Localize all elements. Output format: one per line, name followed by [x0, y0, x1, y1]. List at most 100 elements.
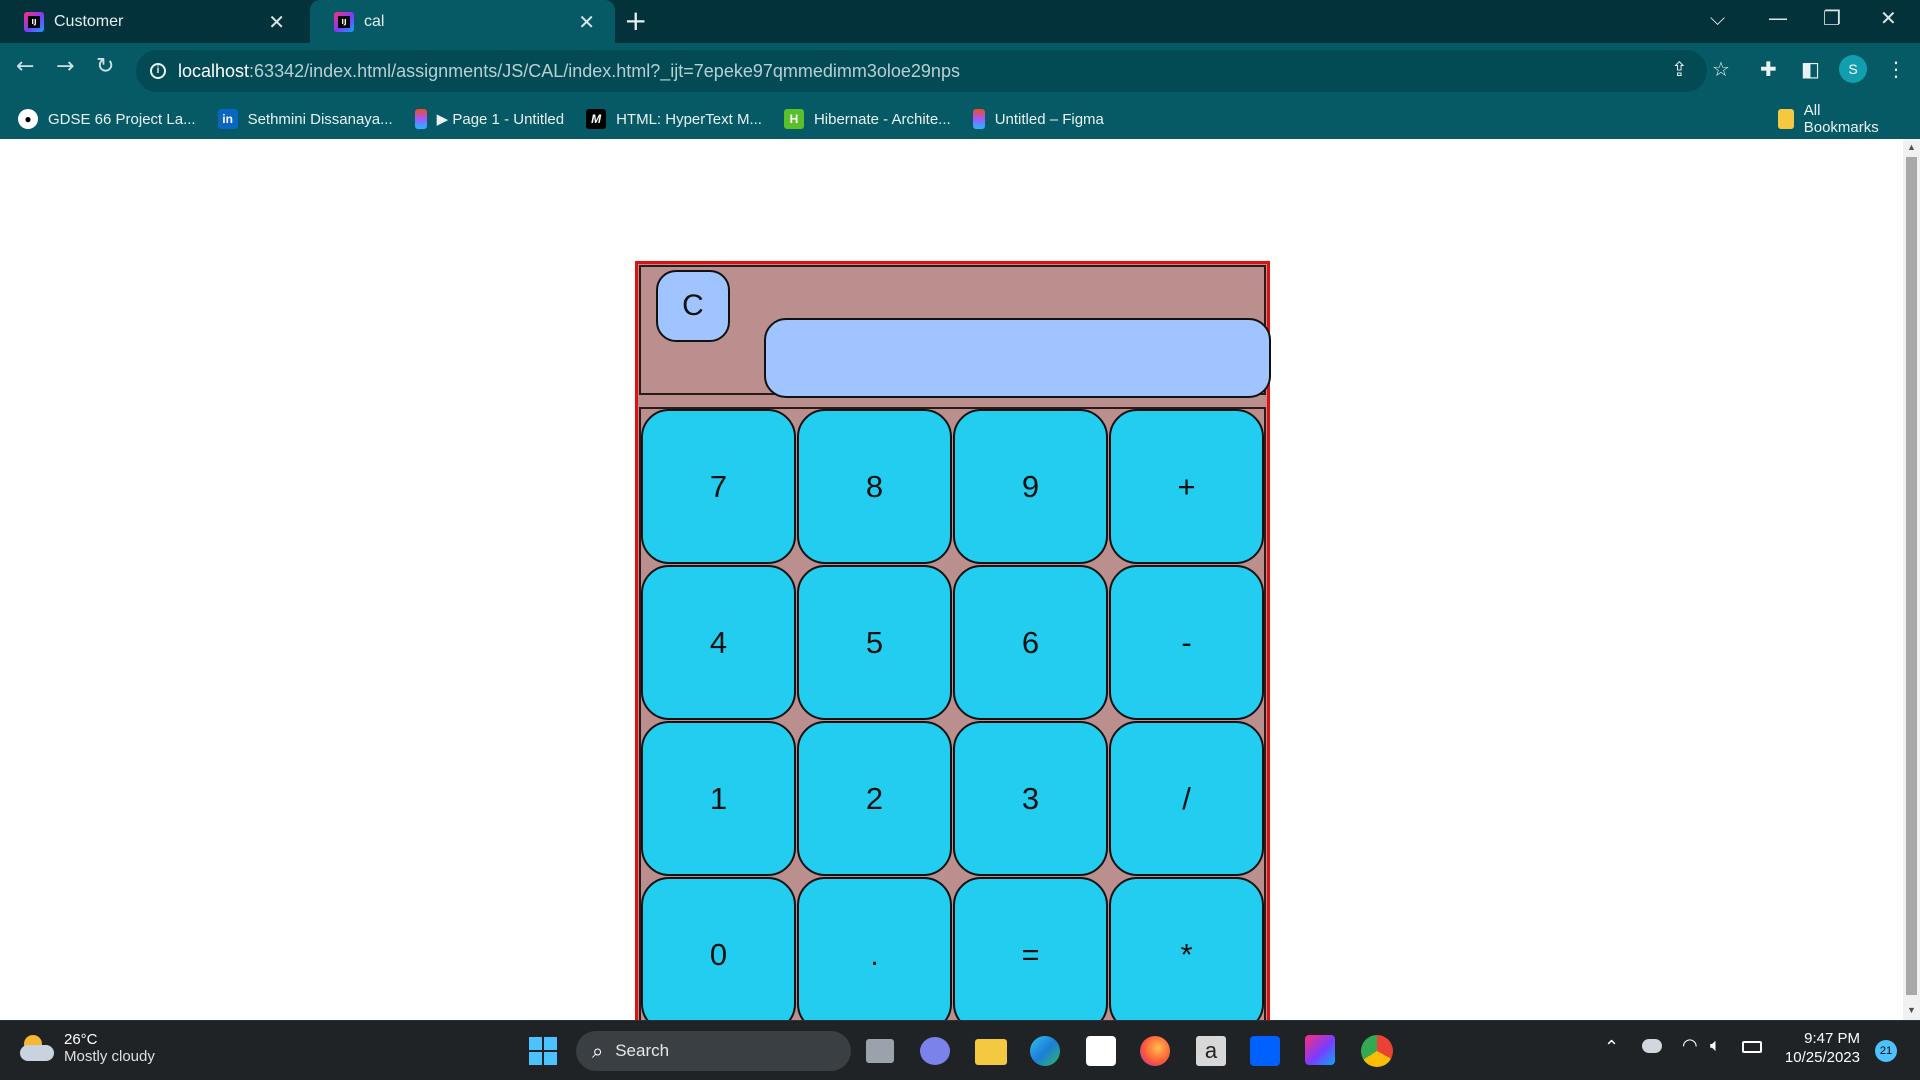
amazon-icon[interactable]: a — [1196, 1036, 1226, 1066]
bookmark-item[interactable]: ▶ Page 1 - Untitled — [414, 109, 565, 129]
volume-icon[interactable]: 🔈︎ — [1710, 1035, 1721, 1056]
page-scrollbar[interactable]: ▲ ▼ — [1903, 139, 1920, 1020]
tab-search-icon[interactable]: ⌵ — [1710, 6, 1725, 30]
browser-toolbar: ← → ↻ i localhost:63342/index.html/assig… — [0, 43, 1920, 139]
linkedin-icon: in — [217, 109, 238, 129]
task-view-icon[interactable] — [866, 1039, 894, 1063]
key-6[interactable]: 6 — [953, 565, 1108, 720]
key-decimal[interactable]: . — [797, 877, 952, 1020]
key-1[interactable]: 1 — [641, 721, 796, 876]
onedrive-error-icon[interactable] — [1642, 1039, 1662, 1053]
wifi-icon[interactable]: ◠ — [1682, 1035, 1698, 1056]
taskbar-search[interactable]: ⌕ Search — [576, 1031, 851, 1071]
tab-close-icon[interactable]: ✕ — [578, 10, 595, 34]
reload-icon[interactable]: ↻ — [96, 54, 114, 79]
url-path: :63342/index.html/assignments/JS/CAL/ind… — [249, 60, 960, 81]
weather-temp: 26°C — [64, 1031, 98, 1048]
store-icon[interactable] — [1086, 1036, 1116, 1066]
clear-button[interactable]: C — [656, 270, 730, 342]
key-5[interactable]: 5 — [797, 565, 952, 720]
bookmark-item[interactable]: Untitled – Figma — [972, 109, 1104, 129]
key-7[interactable]: 7 — [641, 409, 796, 564]
bookmark-star-icon[interactable]: ☆ — [1712, 57, 1730, 81]
bookmark-label: Untitled – Figma — [994, 110, 1104, 128]
scroll-down-arrow-icon[interactable]: ▼ — [1907, 1005, 1916, 1015]
key-8[interactable]: 8 — [797, 409, 952, 564]
battery-icon[interactable] — [1742, 1041, 1762, 1053]
new-tab-button[interactable]: + — [624, 4, 647, 37]
tab-close-icon[interactable]: ✕ — [268, 10, 285, 34]
tab-title: Customer — [54, 12, 124, 30]
folder-icon — [1778, 109, 1794, 129]
tab-cal[interactable]: IJ cal ✕ — [310, 0, 615, 43]
back-icon[interactable]: ← — [16, 54, 34, 79]
figma-icon — [414, 109, 427, 129]
url-host: localhost — [178, 60, 250, 81]
extensions-icon[interactable]: ✚ — [1760, 57, 1777, 81]
clock[interactable]: 9:47 PM 10/25/2023 — [1778, 1030, 1860, 1066]
keypad: 7 8 9 + 4 5 6 - 1 2 3 / 0 . = * — [639, 407, 1266, 1020]
scroll-up-arrow-icon[interactable]: ▲ — [1907, 142, 1916, 152]
key-3[interactable]: 3 — [953, 721, 1108, 876]
display-field[interactable] — [764, 318, 1271, 398]
forward-icon[interactable]: → — [56, 54, 74, 79]
key-0[interactable]: 0 — [641, 877, 796, 1020]
chrome-icon[interactable] — [1361, 1035, 1393, 1067]
bookmark-item[interactable]: M HTML: HyperText M... — [586, 109, 762, 129]
all-bookmarks[interactable]: All Bookmarks — [1778, 102, 1898, 136]
clock-date: 10/25/2023 — [1784, 1049, 1860, 1066]
firefox-icon[interactable] — [1140, 1036, 1170, 1066]
scroll-thumb[interactable] — [1906, 157, 1917, 995]
page-viewport: C 7 8 9 + 4 5 6 - 1 2 3 / 0 . = * — [0, 139, 1903, 1020]
bookmark-item[interactable]: ● GDSE 66 Project La... — [18, 109, 196, 129]
key-4[interactable]: 4 — [641, 565, 796, 720]
show-hidden-icons-icon[interactable]: ⌃ — [1604, 1037, 1619, 1058]
menu-kebab-icon[interactable]: ⋮ — [1886, 57, 1906, 81]
address-bar[interactable]: i localhost:63342/index.html/assignments… — [136, 50, 1707, 92]
hibernate-icon: H — [783, 109, 804, 129]
key-2[interactable]: 2 — [797, 721, 952, 876]
key-equals[interactable]: = — [953, 877, 1108, 1020]
clock-time: 9:47 PM — [1804, 1030, 1860, 1047]
close-window-icon[interactable]: ✕ — [1880, 6, 1897, 30]
site-info-icon[interactable]: i — [150, 63, 166, 79]
cloudy-weather-icon — [20, 1035, 54, 1061]
bookmark-label: HTML: HyperText M... — [616, 110, 762, 128]
search-label: Search — [615, 1041, 670, 1060]
bookmark-label: ▶ Page 1 - Untitled — [436, 111, 565, 128]
search-icon: ⌕ — [592, 1039, 604, 1063]
tab-title: cal — [364, 12, 385, 30]
intellij-favicon-icon: IJ — [24, 11, 44, 32]
calculator: C 7 8 9 + 4 5 6 - 1 2 3 / 0 . = * — [635, 261, 1271, 1020]
bookmark-label: Sethmini Dissanaya... — [247, 110, 393, 128]
notification-badge[interactable]: 21 — [1875, 1040, 1897, 1062]
start-button[interactable] — [529, 1037, 557, 1065]
weather-widget[interactable]: 26°C Mostly cloudy — [20, 1031, 155, 1065]
intellij-icon[interactable] — [1305, 1035, 1335, 1065]
key-minus[interactable]: - — [1109, 565, 1264, 720]
restore-icon[interactable]: ❐ — [1823, 6, 1841, 30]
bookmark-label: Hibernate - Archite... — [813, 110, 951, 128]
share-icon[interactable]: ⇪ — [1671, 57, 1688, 81]
key-plus[interactable]: + — [1109, 409, 1264, 564]
bookmark-item[interactable]: in Sethmini Dissanaya... — [217, 109, 393, 129]
key-9[interactable]: 9 — [953, 409, 1108, 564]
figma-icon — [972, 109, 985, 129]
bookmark-label: GDSE 66 Project La... — [48, 110, 196, 128]
side-panel-icon[interactable]: ◧ — [1801, 57, 1820, 81]
edge-icon[interactable] — [1030, 1036, 1060, 1066]
minimize-icon[interactable]: — — [1768, 6, 1788, 30]
calculator-header: C — [639, 265, 1271, 398]
dropbox-icon[interactable] — [1250, 1036, 1280, 1066]
mdn-icon: M — [586, 109, 607, 129]
tab-customer[interactable]: IJ Customer ✕ — [0, 0, 305, 43]
key-multiply[interactable]: * — [1109, 877, 1264, 1020]
teams-chat-icon[interactable] — [920, 1037, 950, 1065]
github-icon: ● — [18, 109, 38, 129]
key-divide[interactable]: / — [1109, 721, 1264, 876]
profile-avatar[interactable]: S — [1839, 55, 1867, 83]
file-explorer-icon[interactable] — [975, 1039, 1007, 1065]
bookmark-item[interactable]: H Hibernate - Archite... — [783, 109, 951, 129]
bookmarks-bar: ● GDSE 66 Project La... in Sethmini Diss… — [0, 99, 1920, 139]
weather-condition: Mostly cloudy — [64, 1048, 155, 1065]
